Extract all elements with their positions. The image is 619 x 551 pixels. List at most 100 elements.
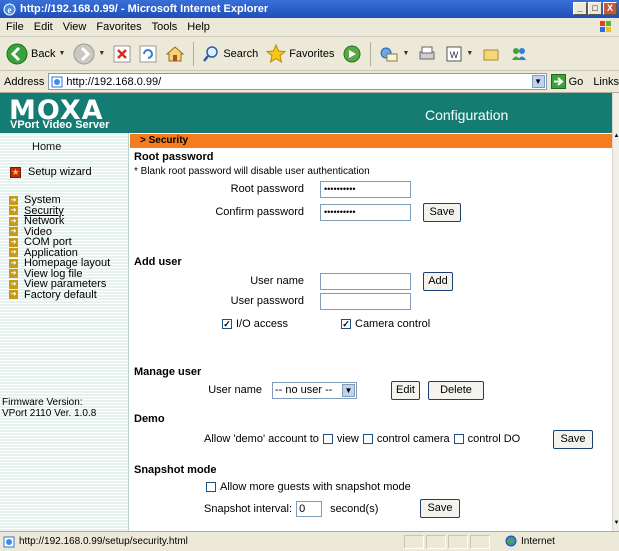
sidebar-item-network[interactable]: ➜ Network	[9, 216, 110, 227]
demo-view-checkbox[interactable]	[322, 434, 333, 444]
menu-tools[interactable]: Tools	[152, 21, 178, 33]
menu-file[interactable]: File	[6, 21, 24, 33]
sidebar-item-setup-wizard[interactable]: ★ Setup wizard	[10, 166, 92, 178]
root-password-label: Root password	[230, 183, 304, 195]
demo-prefix-label: Allow 'demo' account to	[204, 433, 319, 445]
menu-edit[interactable]: Edit	[34, 21, 53, 33]
edit-user-button[interactable]: Edit	[391, 381, 420, 400]
favorites-button[interactable]: Favorites	[264, 41, 336, 67]
minimize-button[interactable]: _	[573, 2, 587, 15]
home-icon	[166, 45, 185, 61]
edit-dropdown-icon[interactable]: ▼	[466, 50, 473, 57]
refresh-button[interactable]	[137, 41, 159, 67]
forward-dropdown-icon[interactable]: ▼	[98, 50, 105, 57]
favorites-star-icon	[266, 43, 287, 63]
page-viewport: MOXA VPort Video Server Configuration Ho…	[0, 93, 612, 531]
sidebar-item-com-port[interactable]: ➜ COM port	[9, 237, 110, 248]
save-snapshot-button[interactable]: Save	[420, 499, 460, 518]
snapshot-interval-input[interactable]: 0	[296, 501, 323, 517]
confirm-password-input[interactable]: ••••••••••	[320, 204, 411, 221]
search-icon	[203, 45, 219, 62]
sidebar-item-homepage-layout[interactable]: ➜ Homepage layout	[9, 258, 110, 269]
demo-control-do-checkbox[interactable]	[453, 434, 464, 444]
sidebar-item-factory-default[interactable]: ➜ Factory default	[9, 289, 110, 300]
discuss-button[interactable]	[479, 41, 503, 67]
back-label: Back	[31, 47, 56, 60]
svg-text:W: W	[450, 50, 459, 60]
print-icon	[419, 46, 435, 59]
search-button[interactable]: Search	[200, 41, 260, 67]
maximize-button[interactable]: □	[588, 2, 602, 15]
home-button[interactable]	[163, 41, 187, 67]
camera-control-checkbox[interactable]: ✓ Camera control	[341, 318, 430, 330]
page-title: Configuration	[425, 107, 509, 123]
page-header: MOXA VPort Video Server Configuration	[0, 93, 612, 133]
io-access-checkbox[interactable]: ✓ I/O access	[222, 318, 288, 330]
demo-control-camera-checkbox[interactable]	[362, 434, 373, 444]
sidebar: Home ★ Setup wizard ➜ System ➜ Security ➜ N…	[0, 133, 129, 531]
address-label: Address	[4, 75, 45, 88]
status-cell	[448, 535, 468, 549]
folder-icon	[483, 49, 499, 60]
sidebar-item-label: Video	[24, 225, 52, 238]
menu-view[interactable]: View	[63, 21, 87, 33]
stop-icon	[113, 45, 131, 62]
mail-icon	[380, 47, 398, 61]
address-url: http://192.168.0.99/	[66, 75, 162, 88]
toolbar-separator	[370, 41, 372, 66]
arrow-icon: ➜	[9, 290, 18, 300]
back-dropdown-icon[interactable]: ▼	[58, 50, 65, 57]
root-password-heading: Root password	[134, 151, 214, 163]
scroll-up-icon[interactable]: ▲	[613, 133, 619, 142]
address-input[interactable]: http://192.168.0.99/ ▼	[48, 73, 547, 90]
menu-help[interactable]: Help	[187, 21, 210, 33]
user-select[interactable]: -- no user -- ▼	[272, 382, 357, 399]
product-name: VPort Video Server	[10, 119, 110, 131]
confirm-password-label: Confirm password	[215, 206, 304, 218]
wizard-icon: ★	[10, 166, 21, 178]
svg-text:e: e	[8, 5, 12, 15]
forward-button[interactable]: ▼	[71, 41, 107, 67]
save-demo-button[interactable]: Save	[553, 430, 593, 449]
user-name-input[interactable]	[320, 273, 411, 290]
go-button[interactable]: Go	[550, 74, 583, 89]
mail-dropdown-icon[interactable]: ▼	[402, 50, 409, 57]
back-button[interactable]: Back ▼	[4, 41, 67, 67]
sidebar-item-system[interactable]: ➜ System	[9, 195, 110, 206]
add-user-heading: Add user	[134, 256, 182, 268]
browser-toolbar: Back ▼ ▼ Search Favorites ▼ W ▼	[0, 37, 619, 71]
zone-label: Internet	[521, 535, 555, 547]
delete-user-button[interactable]: Delete	[428, 381, 484, 400]
arrow-icon: ➜	[9, 237, 18, 247]
messenger-icon	[512, 47, 527, 60]
allow-more-guests-box	[206, 482, 216, 492]
add-user-button[interactable]: Add	[423, 272, 453, 291]
favorites-label: Favorites	[289, 47, 335, 60]
stop-button[interactable]	[111, 41, 133, 67]
menu-favorites[interactable]: Favorites	[96, 21, 141, 33]
close-button[interactable]: X	[603, 2, 617, 15]
mail-button[interactable]: ▼	[377, 41, 411, 67]
links-label[interactable]: Links	[593, 76, 619, 88]
address-dropdown-icon[interactable]: ▼	[531, 75, 545, 88]
scroll-down-icon[interactable]: ▼	[613, 520, 619, 529]
io-access-check-icon: ✓	[222, 319, 232, 329]
window-title: http://192.168.0.99/ - Microsoft Interne…	[20, 3, 269, 15]
sidebar-item-home[interactable]: Home	[32, 141, 61, 153]
media-button[interactable]	[340, 41, 364, 67]
vertical-scrollbar[interactable]: ▲ ▼	[612, 93, 619, 531]
camera-control-label: Camera control	[355, 318, 431, 330]
root-password-input[interactable]: ••••••••••	[320, 181, 411, 198]
word-edit-icon: W	[446, 46, 462, 61]
sidebar-item-label: View parameters	[24, 278, 107, 291]
sidebar-item-view-parameters[interactable]: ➜ View parameters	[9, 279, 110, 290]
edit-button[interactable]: W ▼	[443, 41, 475, 67]
allow-more-guests-checkbox[interactable]: Allow more guests with snapshot mode	[206, 481, 411, 493]
print-button[interactable]	[415, 41, 439, 67]
messenger-button[interactable]	[507, 41, 531, 67]
windows-logo-icon	[600, 21, 611, 32]
user-password-input[interactable]	[320, 293, 411, 310]
firmware-label: Firmware Version:	[2, 397, 83, 408]
camera-control-check-icon: ✓	[341, 319, 351, 329]
save-root-password-button[interactable]: Save	[423, 203, 461, 222]
